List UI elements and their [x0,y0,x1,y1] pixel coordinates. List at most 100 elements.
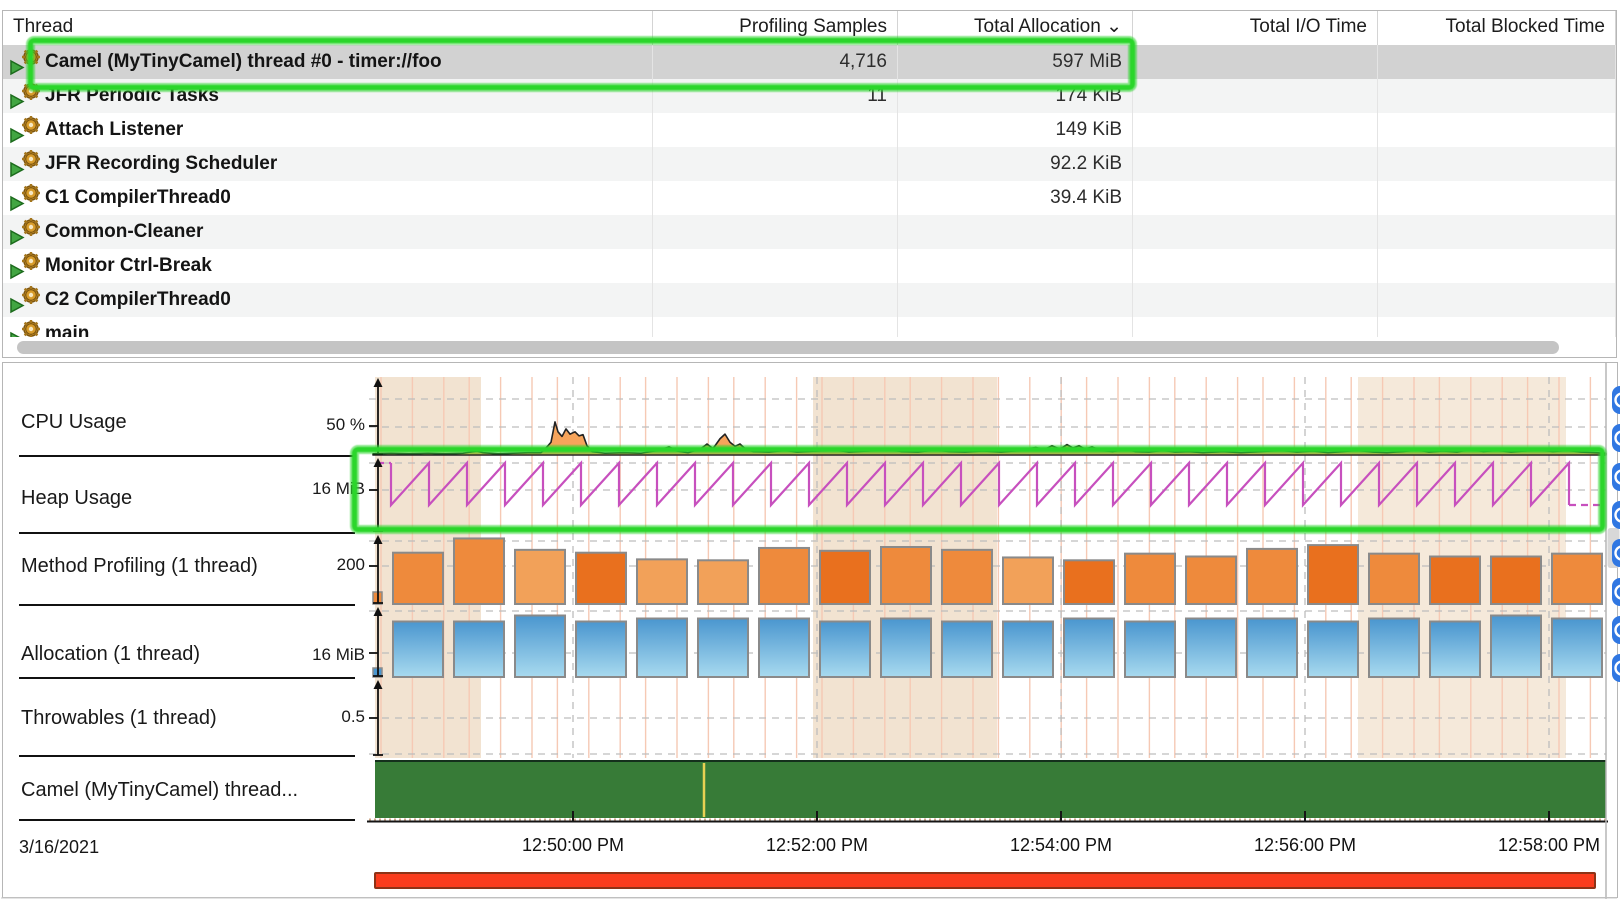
allocation-bar[interactable] [1369,619,1419,678]
cell-allocation: 39.4 KiB [898,181,1133,215]
allocation-bar[interactable] [1308,622,1358,678]
table-row[interactable]: Common-Cleaner [3,215,1616,249]
timeline-range-scrollbar[interactable] [375,873,1595,888]
allocation-bar[interactable] [576,622,626,678]
table-horizontal-scrollbar-thumb[interactable] [17,341,1559,354]
table-row[interactable]: Attach Listener149 KiB [3,113,1616,147]
cell-samples: 11 [653,79,898,113]
column-header-total-blocked-time[interactable]: Total Blocked Time [1378,11,1616,45]
cell-io_time [1133,215,1378,249]
timeline-plot[interactable] [1,362,1620,902]
column-header-thread[interactable]: Thread [3,11,653,45]
cell-samples [653,113,898,147]
allocation-bar[interactable] [942,622,992,678]
cell-name: JFR Recording Scheduler [3,147,653,181]
lane-label-cpu-usage: CPU Usage [21,411,127,434]
method-profiling-bar[interactable] [1247,549,1297,604]
allocation-bar[interactable] [881,619,931,678]
allocation-bar[interactable] [820,622,870,678]
allocation-bar[interactable] [1125,622,1175,678]
method-profiling-bar[interactable] [393,553,443,604]
method-profiling-bar[interactable] [881,547,931,604]
time-axis-label: 12:58:00 PM [1464,835,1620,856]
allocation-bar[interactable] [759,619,809,678]
method-profiling-bar[interactable] [1430,557,1480,605]
method-profiling-bar[interactable] [1064,560,1114,604]
cell-name: main [3,317,653,337]
table-row[interactable]: JFR Recording Scheduler 92.2 KiB [3,147,1616,181]
lane-separator [19,604,355,606]
allocation-bar[interactable] [1430,622,1480,678]
lane-label-camel-thread: Camel (MyTinyCamel) thread... [21,779,298,802]
cell-name: C1 CompilerThread0 [3,181,653,215]
column-header-total-i-o-time[interactable]: Total I/O Time [1133,11,1378,45]
cell-blocked_time [1378,113,1616,147]
cell-blocked_time [1378,181,1616,215]
table-row[interactable]: JFR Periodic Tasks11174 KiB [3,79,1616,113]
allocation-bar[interactable] [1552,619,1602,678]
method-profiling-bar[interactable] [1552,554,1602,604]
thread-table-header: ThreadProfiling SamplesTotal Allocation … [3,11,1616,45]
allocation-bar[interactable] [1003,622,1053,678]
thread-state-track[interactable] [375,762,1606,818]
table-row[interactable]: main [3,317,1616,337]
timeline-date-label: 3/16/2021 [19,837,99,858]
lane-label-allocation: Allocation (1 thread) [21,643,200,666]
table-row[interactable]: Monitor Ctrl-Break [3,249,1616,283]
column-header-profiling-samples[interactable]: Profiling Samples [653,11,898,45]
method-profiling-bar[interactable] [820,551,870,604]
cell-samples [653,317,898,337]
method-profiling-bar[interactable] [515,550,565,604]
allocation-bar[interactable] [454,622,504,678]
time-axis-label: 12:52:00 PM [732,835,902,856]
method-profiling-bar[interactable] [698,560,748,604]
cell-blocked_time [1378,215,1616,249]
method-profiling-bar[interactable] [454,538,504,604]
table-row[interactable]: Camel (MyTinyCamel) thread #0 - timer://… [3,45,1616,79]
cell-io_time [1133,283,1378,317]
lane-label-heap-usage: Heap Usage [21,487,132,510]
method-profiling-bar[interactable] [1491,557,1541,605]
cell-samples [653,147,898,181]
allocation-bar[interactable] [515,616,565,678]
allocation-bar[interactable] [698,619,748,678]
table-row[interactable]: C2 CompilerThread0 [3,283,1616,317]
cell-blocked_time [1378,283,1616,317]
cell-io_time [1133,79,1378,113]
lane-separator [19,455,355,457]
lane-separator [19,677,355,679]
lane-tick-cpu: 50 % [235,415,365,435]
time-axis-label: 12:54:00 PM [976,835,1146,856]
method-profiling-bar[interactable] [1186,557,1236,605]
cell-allocation [898,283,1133,317]
cell-allocation: 92.2 KiB [898,147,1133,181]
allocation-bar[interactable] [1186,619,1236,678]
cell-samples [653,181,898,215]
allocation-bar[interactable] [637,619,687,678]
method-profiling-bar[interactable] [576,553,626,604]
lane-tick-throw: 0.5 [235,707,365,727]
method-profiling-bar[interactable] [1308,545,1358,604]
method-profiling-bar[interactable] [759,548,809,604]
method-profiling-bar[interactable] [1003,557,1053,604]
allocation-bar[interactable] [393,622,443,678]
allocation-bar[interactable] [1247,619,1297,678]
cell-allocation [898,317,1133,337]
cell-io_time [1133,45,1378,79]
column-header-total-allocation[interactable]: Total Allocation ⌄ [898,11,1133,45]
cell-allocation [898,249,1133,283]
cell-blocked_time [1378,249,1616,283]
cell-blocked_time [1378,45,1616,79]
method-profiling-bar[interactable] [1125,554,1175,604]
cell-samples [653,249,898,283]
method-profiling-bar[interactable] [942,550,992,604]
allocation-bar[interactable] [1064,619,1114,678]
table-row[interactable]: C1 CompilerThread0 39.4 KiB [3,181,1616,215]
lane-label-method-profiling: Method Profiling (1 thread) [21,555,258,578]
thread-table: ThreadProfiling SamplesTotal Allocation … [2,10,1617,358]
method-profiling-bar[interactable] [637,559,687,604]
cell-name: Monitor Ctrl-Break [3,249,653,283]
method-profiling-bar[interactable] [1369,554,1419,604]
time-axis-label: 12:50:00 PM [488,835,658,856]
allocation-bar[interactable] [1491,616,1541,678]
